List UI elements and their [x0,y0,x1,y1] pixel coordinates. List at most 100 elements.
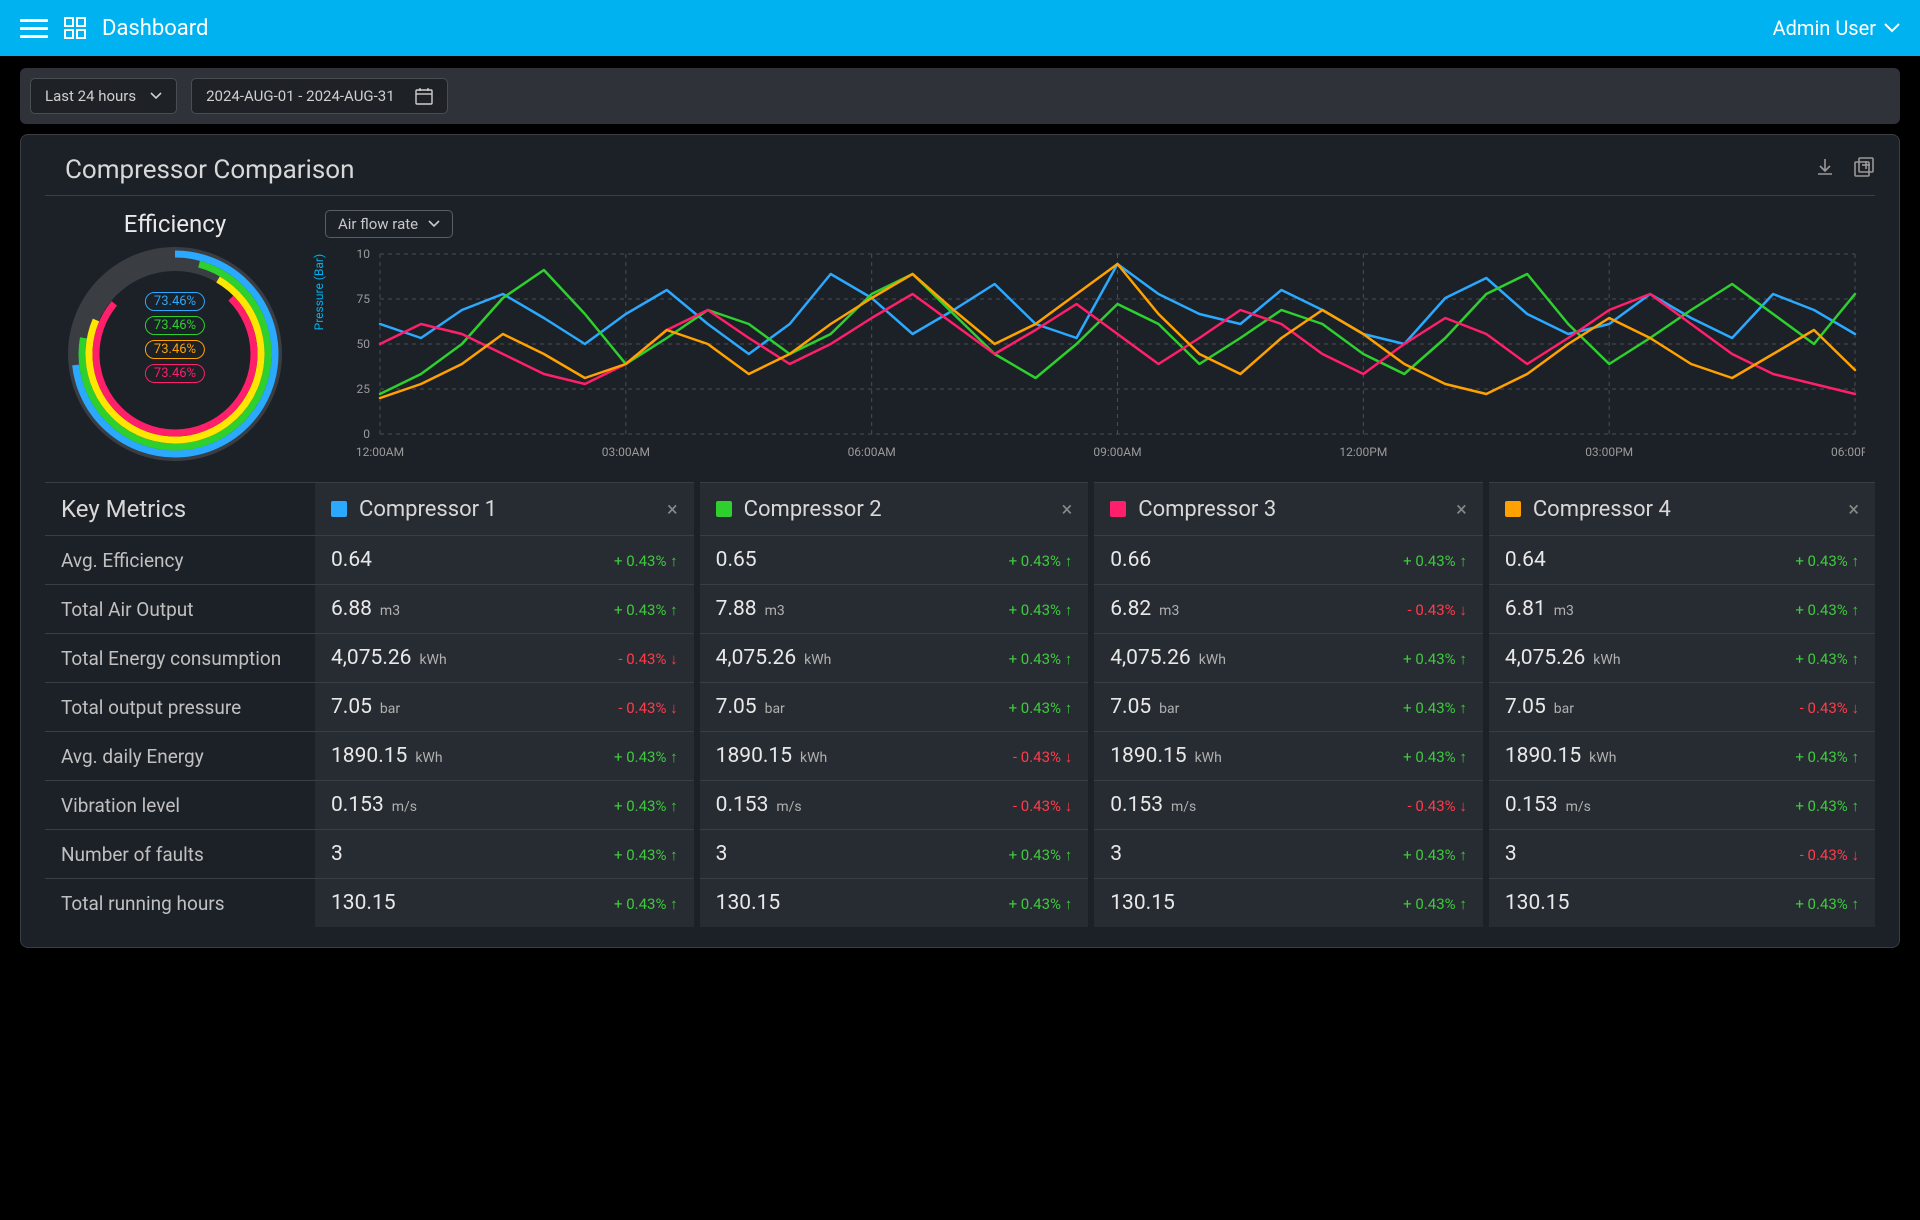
table-row: Avg. daily Energy 1890.15 kWh + 0.43% ↑ … [45,732,1875,781]
download-icon[interactable] [1815,157,1835,183]
metric-value: 7.88 [716,597,757,621]
metric-cell: 130.15 + 0.43% ↑ [1091,879,1486,928]
compressor-header: Compressor 1 × [315,483,697,536]
metric-delta: + 0.43% ↑ [1795,650,1859,668]
metric-value: 130.15 [331,891,396,915]
remove-compressor-icon[interactable]: × [1062,497,1073,521]
remove-compressor-icon[interactable]: × [1456,497,1467,521]
metric-delta: - 0.43% ↓ [1408,797,1467,815]
metric-unit: bar [1554,701,1574,717]
donut-labels: 73.46%73.46%73.46%73.46% [145,292,205,383]
metric-unit: kWh [1589,750,1616,766]
metric-cell: 3 + 0.43% ↑ [697,830,1092,879]
table-row: Avg. Efficiency 0.64 + 0.43% ↑ 0.65 + 0.… [45,536,1875,585]
table-row: Total Energy consumption 4,075.26 kWh - … [45,634,1875,683]
metric-delta: + 0.43% ↑ [1795,748,1859,766]
hamburger-menu-icon[interactable] [20,19,48,38]
date-range-label: 2024-AUG-01 - 2024-AUG-31 [206,87,395,105]
user-name: Admin User [1773,16,1876,40]
metric-cell: 3 + 0.43% ↑ [315,830,697,879]
metrics-table: Key Metrics Compressor 1 × Compressor 2 … [45,482,1875,927]
metric-value: 1890.15 [716,744,792,768]
metric-value: 4,075.26 [1505,646,1585,670]
metric-delta: + 0.43% ↑ [1403,552,1467,570]
add-panel-icon[interactable] [1853,157,1875,183]
date-range-picker[interactable]: 2024-AUG-01 - 2024-AUG-31 [191,78,448,114]
metric-selector[interactable]: Air flow rate [325,210,453,238]
svg-text:75: 75 [357,292,371,306]
efficiency-pill: 73.46% [145,292,205,311]
metric-unit: bar [380,701,400,717]
metric-label: Avg. Efficiency [45,536,315,585]
metric-cell: 4,075.26 kWh + 0.43% ↑ [1486,634,1875,683]
metric-cell: 0.153 m/s + 0.43% ↑ [1486,781,1875,830]
metric-delta: + 0.43% ↑ [1403,650,1467,668]
metric-unit: kWh [804,652,831,668]
metric-delta: - 0.43% ↓ [618,699,677,717]
metric-cell: 0.66 + 0.43% ↑ [1091,536,1486,585]
metric-cell: 0.64 + 0.43% ↑ [315,536,697,585]
user-menu[interactable]: Admin User [1773,16,1900,40]
table-row: Vibration level 0.153 m/s + 0.43% ↑ 0.15… [45,781,1875,830]
metric-cell: 4,075.26 kWh + 0.43% ↑ [697,634,1092,683]
metric-unit: m/s [1566,799,1591,815]
time-range-label: Last 24 hours [45,87,136,105]
metric-delta: - 0.43% ↓ [1408,601,1467,619]
metric-value: 1890.15 [331,744,407,768]
metric-value: 0.153 [331,793,384,817]
panel-header: Compressor Comparison [45,155,1875,196]
metric-delta: + 0.43% ↑ [614,748,678,766]
metric-unit: bar [765,701,785,717]
metric-value: 0.64 [1505,548,1546,572]
metric-value: 0.153 [716,793,769,817]
metric-value: 0.66 [1110,548,1151,572]
chevron-down-icon [150,92,162,100]
compressor-color-swatch [1110,501,1126,517]
metric-value: 0.64 [331,548,372,572]
metric-cell: 0.65 + 0.43% ↑ [697,536,1092,585]
remove-compressor-icon[interactable]: × [667,497,678,521]
metric-delta: - 0.43% ↓ [618,650,677,668]
svg-text:03:00AM: 03:00AM [602,445,650,459]
panel-title: Compressor Comparison [45,155,354,185]
metric-cell: 4,075.26 kWh + 0.43% ↑ [1091,634,1486,683]
metric-value: 3 [1505,842,1517,866]
metric-cell: 7.05 bar - 0.43% ↓ [1486,683,1875,732]
line-chart-block: Air flow rate Pressure (Bar) 02550751012… [325,210,1875,464]
metric-delta: + 0.43% ↑ [1403,699,1467,717]
metric-value: 130.15 [716,891,781,915]
metric-cell: 3 + 0.43% ↑ [1091,830,1486,879]
metric-delta: + 0.43% ↑ [614,846,678,864]
compressor-name: Compressor 1 [359,497,497,522]
table-row: Total Air Output 6.88 m3 + 0.43% ↑ 7.88 … [45,585,1875,634]
topbar: Dashboard Admin User [0,0,1920,56]
metric-delta: + 0.43% ↑ [1009,552,1073,570]
metric-delta: - 0.43% ↓ [1800,846,1859,864]
metric-unit: kWh [1195,750,1222,766]
metric-label: Total running hours [45,879,315,928]
time-range-select[interactable]: Last 24 hours [30,78,177,114]
remove-compressor-icon[interactable]: × [1848,497,1859,521]
compressor-name: Compressor 4 [1533,497,1671,522]
compressor-header: Compressor 4 × [1486,483,1875,536]
metric-cell: 0.153 m/s + 0.43% ↑ [315,781,697,830]
efficiency-donut: 73.46%73.46%73.46%73.46% [65,244,285,464]
efficiency-pill: 73.46% [145,340,205,359]
metric-delta: + 0.43% ↑ [614,552,678,570]
metric-unit: m3 [765,603,785,619]
metric-delta: - 0.43% ↓ [1013,748,1072,766]
metric-value: 7.05 [331,695,372,719]
line-chart: Pressure (Bar) 02550751012:00AM03:00AM06… [325,244,1875,464]
line-chart-svg: 02550751012:00AM03:00AM06:00AM09:00AM12:… [325,244,1865,464]
metric-value: 3 [1110,842,1122,866]
metric-delta: + 0.43% ↑ [614,601,678,619]
page-title: Dashboard [102,16,208,41]
metric-cell: 1890.15 kWh + 0.43% ↑ [315,732,697,781]
metric-cell: 130.15 + 0.43% ↑ [315,879,697,928]
efficiency-pill: 73.46% [145,316,205,335]
metric-delta: - 0.43% ↓ [1013,797,1072,815]
metric-cell: 0.153 m/s - 0.43% ↓ [1091,781,1486,830]
metric-delta: + 0.43% ↑ [1403,748,1467,766]
metric-value: 130.15 [1110,891,1175,915]
metric-value: 4,075.26 [331,646,411,670]
